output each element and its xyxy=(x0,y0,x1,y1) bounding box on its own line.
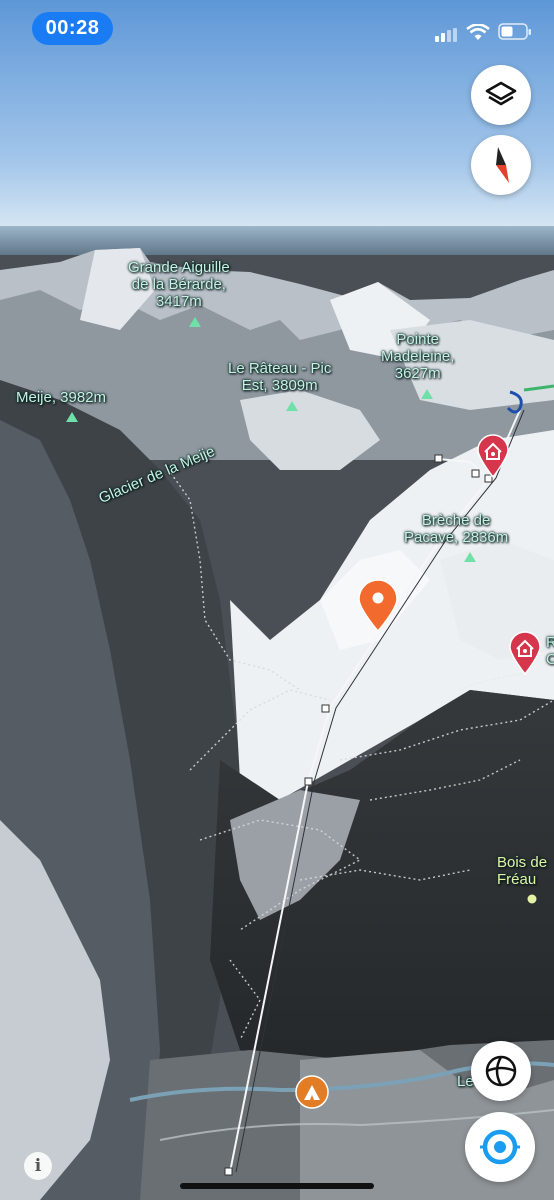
battery-icon xyxy=(498,23,531,40)
status-time: 00:28 xyxy=(32,12,113,45)
label-breche: Brèche de Pacave, 2836m xyxy=(404,512,509,546)
status-bar: 00:28 xyxy=(0,12,554,46)
info-button[interactable]: i xyxy=(24,1152,52,1180)
peak-marker[interactable] xyxy=(189,317,201,327)
peak-marker[interactable] xyxy=(286,401,298,411)
peak-marker[interactable] xyxy=(66,412,78,422)
location-icon xyxy=(480,1129,520,1165)
label-refuge-partial: R C xyxy=(546,634,554,668)
forest-icon xyxy=(527,894,537,904)
home-indicator[interactable] xyxy=(180,1183,374,1189)
compass-button[interactable] xyxy=(471,135,531,195)
label-bois: Bois de Fréau xyxy=(497,854,548,888)
globe-button[interactable] xyxy=(471,1041,531,1101)
label-rateau: Le Râteau - Pic Est, 3809m xyxy=(228,360,332,394)
peak-marker[interactable] xyxy=(421,389,433,399)
layers-button[interactable] xyxy=(471,65,531,125)
peak-marker[interactable] xyxy=(464,552,476,562)
my-location-button[interactable] xyxy=(465,1112,535,1182)
refuge-marker-icon[interactable] xyxy=(508,631,542,675)
label-grande-aiguille: Grande Aiguille de la Bérarde, 3417m xyxy=(128,259,230,310)
signal-icon xyxy=(435,28,457,42)
globe-icon xyxy=(485,1055,517,1087)
info-icon: i xyxy=(34,1156,42,1176)
wifi-icon xyxy=(466,24,490,40)
layers-icon xyxy=(485,81,517,106)
campsite-icon[interactable] xyxy=(295,1075,329,1109)
refuge-marker-icon[interactable] xyxy=(476,434,510,478)
place-pin-icon[interactable] xyxy=(357,579,399,633)
compass-icon xyxy=(496,147,509,183)
label-pointe-madeleine: Pointe Madeleine, 3627m xyxy=(381,331,455,382)
label-meije: Meije, 3982m xyxy=(16,389,107,406)
map-view[interactable] xyxy=(0,0,554,1200)
